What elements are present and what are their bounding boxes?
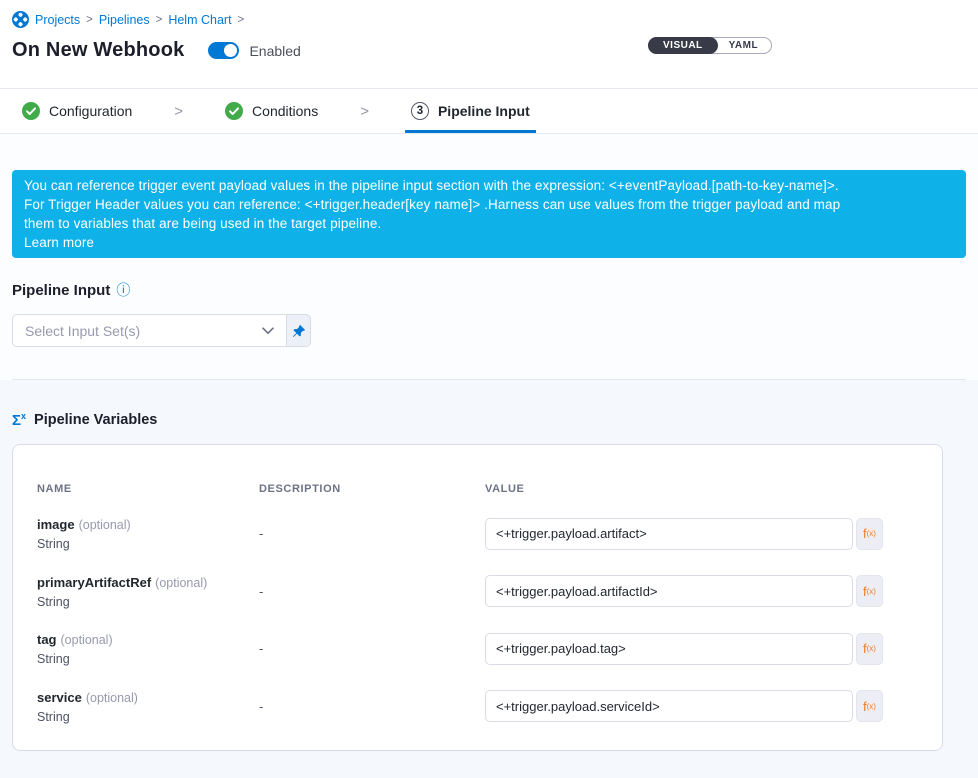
enabled-label: Enabled [249, 43, 300, 59]
expression-fx-button[interactable]: f(x) [856, 575, 883, 607]
yaml-tab[interactable]: YAML [716, 38, 771, 53]
harness-projects-icon[interactable] [12, 11, 29, 28]
table-row: image (optional) String - f(x) [37, 505, 918, 563]
banner-line: For Trigger Header values you can refere… [24, 195, 954, 214]
breadcrumb-link-projects[interactable]: Projects [35, 13, 80, 27]
table-row: tag (optional) String - f(x) [37, 620, 918, 678]
variables-card: NAME DESCRIPTION VALUE image (optional) S… [12, 444, 943, 751]
variable-type: String [37, 652, 259, 666]
expression-fx-button[interactable]: f(x) [856, 518, 883, 550]
variable-value-input[interactable] [485, 575, 853, 607]
variable-value-input[interactable] [485, 518, 853, 550]
info-banner: You can reference trigger event payload … [12, 170, 966, 258]
breadcrumb-separator: > [86, 14, 93, 26]
breadcrumb-separator: > [156, 14, 163, 26]
input-set-select[interactable]: Select Input Set(s) [12, 314, 287, 347]
tab-conditions[interactable]: Conditions [225, 89, 318, 133]
variable-type: String [37, 537, 259, 551]
wizard-tabbar: Configuration > Conditions > 3 Pipeline … [0, 89, 978, 134]
chevron-down-icon [262, 327, 274, 335]
chevron-right-icon: > [174, 103, 183, 120]
column-header-description: DESCRIPTION [259, 483, 485, 495]
tab-label: Conditions [252, 103, 318, 119]
table-row: service (optional) String - f(x) [37, 678, 918, 736]
tab-label: Configuration [49, 103, 132, 119]
pipeline-variables-heading: Pipeline Variables [34, 412, 157, 428]
check-icon [225, 102, 243, 120]
pin-button[interactable] [287, 314, 311, 347]
expression-fx-button[interactable]: f(x) [856, 690, 883, 722]
banner-line: You can reference trigger event payload … [24, 176, 954, 195]
breadcrumb-separator: > [238, 14, 245, 26]
table-header-row: NAME DESCRIPTION VALUE [37, 483, 918, 495]
tab-label: Pipeline Input [438, 103, 530, 119]
visual-yaml-toggle: VISUAL YAML [648, 37, 772, 54]
info-icon[interactable]: ⓘ [116, 284, 130, 298]
enabled-toggle[interactable] [208, 42, 239, 59]
breadcrumb-link-pipelines[interactable]: Pipelines [99, 13, 150, 27]
page-header: Projects > Pipelines > Helm Chart > On N… [0, 0, 978, 89]
input-set-placeholder: Select Input Set(s) [25, 323, 140, 339]
breadcrumb: Projects > Pipelines > Helm Chart > [12, 11, 966, 28]
variable-description: - [259, 699, 485, 714]
table-row: primaryArtifactRef (optional) String - f(… [37, 563, 918, 621]
variable-description: - [259, 641, 485, 656]
optional-tag: (optional) [155, 576, 207, 590]
breadcrumb-link-helm-chart[interactable]: Helm Chart [168, 13, 231, 27]
variable-description: - [259, 584, 485, 599]
pipeline-variables-section: Σx Pipeline Variables NAME DESCRIPTION V… [0, 380, 978, 778]
learn-more-link[interactable]: Learn more [24, 235, 94, 250]
pipeline-input-section: You can reference trigger event payload … [0, 134, 978, 379]
check-icon [22, 102, 40, 120]
pipeline-input-heading: Pipeline Input [12, 282, 110, 299]
toggle-knob [224, 44, 237, 57]
variable-description: - [259, 526, 485, 541]
variable-value-input[interactable] [485, 690, 853, 722]
expression-fx-button[interactable]: f(x) [856, 633, 883, 665]
pin-icon [292, 324, 306, 338]
variable-name: primaryArtifactRef [37, 575, 151, 590]
variable-name: service [37, 690, 82, 705]
sigma-variables-icon: Σx [12, 412, 26, 428]
step-number: 3 [411, 102, 429, 120]
variable-type: String [37, 595, 259, 609]
optional-tag: (optional) [86, 691, 138, 705]
variable-value-input[interactable] [485, 633, 853, 665]
column-header-name: NAME [37, 483, 259, 495]
banner-line: them to variables that are being used in… [24, 214, 954, 233]
page-title: On New Webhook [12, 39, 184, 62]
column-header-value: VALUE [485, 483, 918, 495]
variable-name: tag [37, 632, 57, 647]
tab-configuration[interactable]: Configuration [22, 89, 132, 133]
variable-name: image [37, 517, 75, 532]
variable-type: String [37, 710, 259, 724]
visual-tab[interactable]: VISUAL [648, 37, 718, 54]
optional-tag: (optional) [79, 518, 131, 532]
chevron-right-icon: > [360, 103, 369, 120]
tab-pipeline-input[interactable]: 3 Pipeline Input [411, 89, 530, 133]
optional-tag: (optional) [61, 633, 113, 647]
